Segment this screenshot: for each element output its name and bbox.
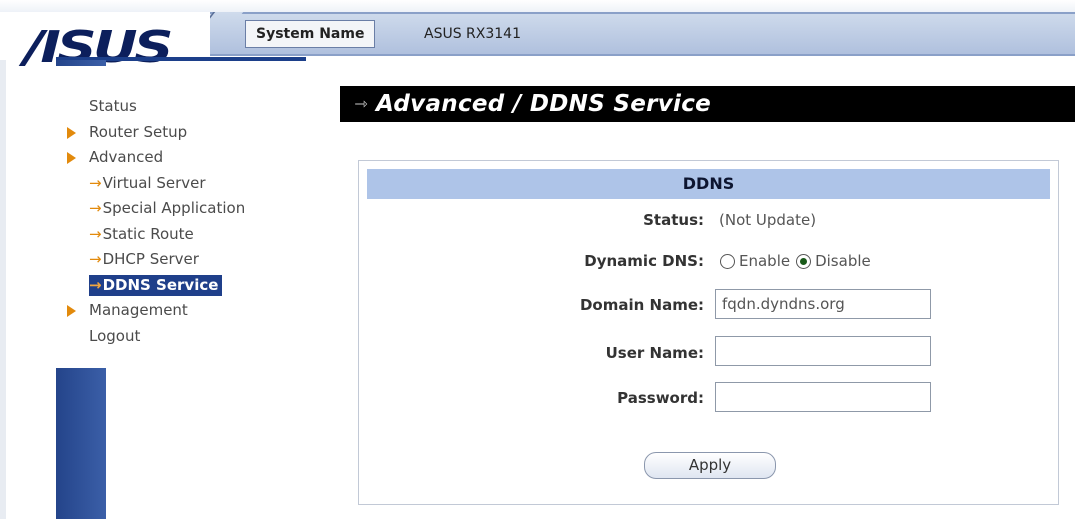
title-arrow-icon: ⇾ [354,94,368,113]
sidebar-item-label: Management [89,301,188,319]
dynamic-dns-radio-group: Enable Disable [720,250,877,272]
sub-arrow-icon: → [89,250,102,268]
sidebar-item-ddns-service[interactable]: →DDNS Service [56,273,308,299]
sidebar-item-static-route[interactable]: →Static Route [56,222,308,248]
sidebar-item-dhcp-server[interactable]: →DHCP Server [56,247,308,273]
apply-button[interactable]: Apply [644,452,776,479]
ddns-panel: DDNS Status: (Not Update) Dynamic DNS: E… [358,160,1059,505]
sidebar-item-label: Special Application [102,199,246,217]
password-input[interactable] [715,382,931,412]
sidebar-item-label: Router Setup [89,122,188,141]
sidebar-nav: Status Router Setup Advanced →Virtual Se… [56,94,308,349]
system-name-value: ASUS RX3141 [424,26,521,42]
password-label: Password: [617,389,704,407]
domain-name-input[interactable] [715,289,931,319]
top-strip [0,0,1075,12]
sidebar-item-special-application[interactable]: →Special Application [56,196,308,222]
expand-arrow-icon [67,305,76,317]
sidebar-item-label: DHCP Server [102,250,199,268]
sub-arrow-icon: → [89,199,102,217]
dynamic-dns-enable-label[interactable]: Enable [739,252,790,270]
domain-name-label: Domain Name: [579,296,704,314]
sidebar-item-label: Static Route [102,224,194,243]
dynamic-dns-disable-label[interactable]: Disable [815,252,871,270]
sidebar: Status Router Setup Advanced →Virtual Se… [56,66,308,368]
user-name-input[interactable] [715,336,931,366]
sidebar-item-label: Virtual Server [102,173,206,192]
sidebar-item-management[interactable]: Management [56,298,308,324]
sub-arrow-icon: → [89,173,102,192]
dynamic-dns-enable-radio[interactable] [720,253,735,269]
sub-arrow-icon: → [89,275,102,294]
sidebar-item-advanced[interactable]: Advanced [56,145,308,171]
sidebar-item-logout[interactable]: Logout [56,324,308,350]
logo-area: /ISUS [0,12,210,72]
system-name-label: System Name [245,20,376,48]
sidebar-item-label: Status [89,97,137,115]
dynamic-dns-disable-radio[interactable] [796,253,812,269]
dynamic-dns-label: Dynamic DNS: [584,252,704,270]
left-white-area [106,370,338,519]
sidebar-item-status[interactable]: Status [56,94,308,120]
sidebar-item-active-highlight: →DDNS Service [89,274,223,296]
status-label: Status: [643,211,704,229]
status-value: (Not Update) [719,211,817,229]
left-edge [0,60,6,519]
sidebar-item-label: Advanced [89,148,164,166]
expand-arrow-icon [67,126,76,139]
sidebar-item-virtual-server[interactable]: →Virtual Server [56,171,308,197]
expand-arrow-icon [67,152,76,164]
sidebar-item-label: DDNS Service [102,275,219,294]
user-name-label: User Name: [605,344,704,362]
sub-arrow-icon: → [89,224,102,243]
ddns-panel-header: DDNS [367,169,1050,199]
page-title-bar: ⇾ Advanced / DDNS Service [340,86,1075,122]
sidebar-item-router-setup[interactable]: Router Setup [56,120,308,146]
sidebar-item-label: Logout [89,326,141,345]
page-title: Advanced / DDNS Service [376,91,712,117]
